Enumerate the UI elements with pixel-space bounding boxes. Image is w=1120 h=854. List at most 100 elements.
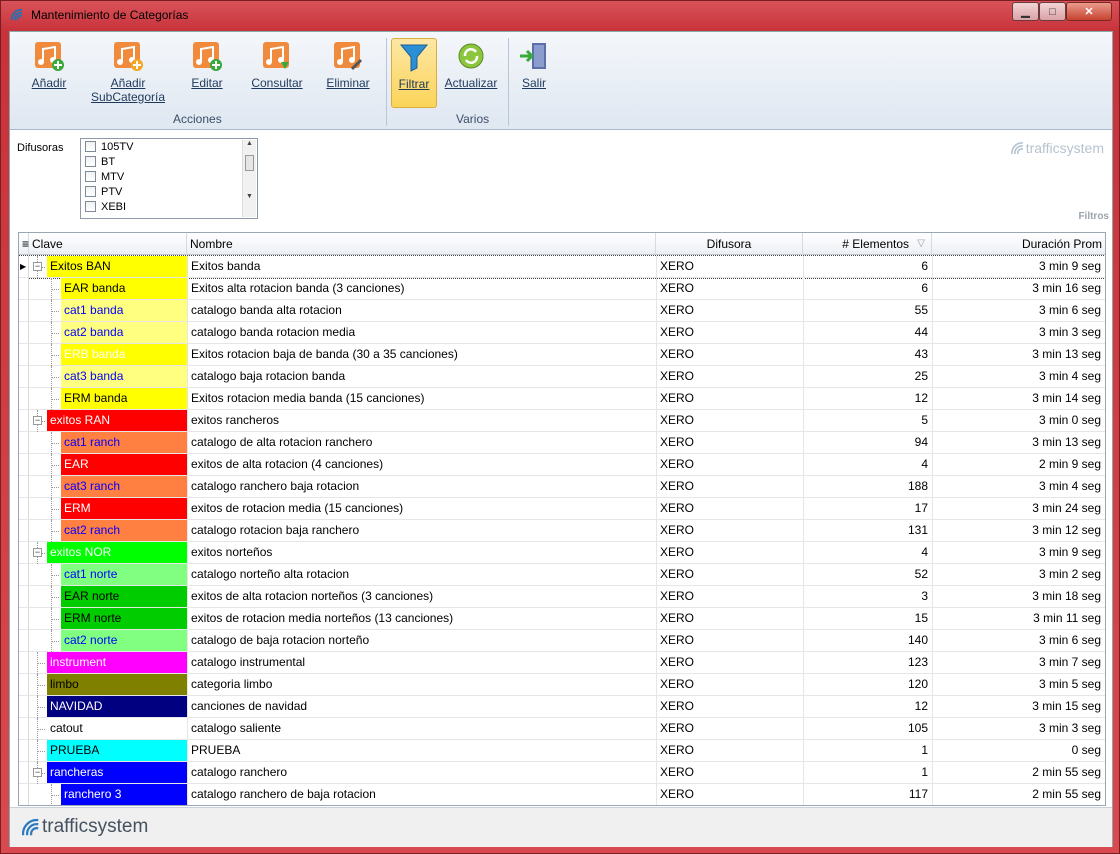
- cell-clave[interactable]: EAR: [61, 454, 187, 475]
- minimize-button[interactable]: ▁: [1012, 2, 1039, 21]
- cell-duracion[interactable]: 2 min 55 seg: [932, 784, 1105, 805]
- row-indicator[interactable]: [19, 542, 29, 563]
- checklist-scrollbar[interactable]: ▲ ▼: [242, 140, 256, 217]
- maximize-button[interactable]: □: [1039, 2, 1066, 21]
- cell-nombre[interactable]: catalogo de alta rotacion ranchero: [187, 432, 656, 453]
- cell-elementos[interactable]: 6: [803, 256, 932, 277]
- cell-difusora[interactable]: XERO: [656, 630, 803, 651]
- editar-button[interactable]: Editar: [184, 40, 230, 90]
- row-indicator[interactable]: [19, 674, 29, 695]
- cell-clave[interactable]: cat1 ranch: [61, 432, 187, 453]
- eliminar-button[interactable]: Eliminar: [320, 40, 376, 90]
- cell-duracion[interactable]: 3 min 6 seg: [932, 300, 1105, 321]
- cell-elementos[interactable]: 12: [803, 696, 932, 717]
- cell-nombre[interactable]: catalogo banda alta rotacion: [187, 300, 656, 321]
- cell-elementos[interactable]: 6: [803, 278, 932, 299]
- cell-clave[interactable]: instrument: [47, 652, 187, 673]
- checkbox[interactable]: [85, 141, 96, 152]
- cell-nombre[interactable]: exitos de alta rotacion (4 canciones): [187, 454, 656, 475]
- cell-duracion[interactable]: 3 min 15 seg: [932, 696, 1105, 717]
- cell-clave[interactable]: NAVIDAD: [47, 696, 187, 717]
- cell-duracion[interactable]: 3 min 2 seg: [932, 564, 1105, 585]
- table-row[interactable]: cat2 norte catalogo de baja rotacion nort…: [19, 630, 1105, 652]
- cell-duracion[interactable]: 3 min 5 seg: [932, 674, 1105, 695]
- collapse-icon[interactable]: −: [33, 548, 42, 557]
- cell-difusora[interactable]: XERO: [656, 388, 803, 409]
- cell-nombre[interactable]: catalogo ranchero de baja rotacion: [187, 784, 656, 805]
- cell-difusora[interactable]: XERO: [656, 300, 803, 321]
- cell-nombre[interactable]: catalogo ranchero: [187, 762, 656, 783]
- anadir-subcategoria-button[interactable]: Añadir SubCategoría: [88, 40, 168, 104]
- cell-nombre[interactable]: Exitos alta rotacion banda (3 canciones): [187, 278, 656, 299]
- table-row[interactable]: EAR norte exitos de alta rotacion norteño…: [19, 586, 1105, 608]
- checkbox[interactable]: [85, 171, 96, 182]
- row-indicator[interactable]: [19, 344, 29, 365]
- row-indicator[interactable]: [19, 718, 29, 739]
- cell-difusora[interactable]: XERO: [656, 520, 803, 541]
- table-row[interactable]: − exitos NOR exitos norteños XERO 4 3 min 9 s…: [19, 542, 1105, 564]
- table-row[interactable]: limbo categoria limbo XERO 120 3 min 5 seg: [19, 674, 1105, 696]
- row-indicator[interactable]: [19, 366, 29, 387]
- row-indicator[interactable]: [19, 564, 29, 585]
- cell-nombre[interactable]: Exitos banda: [187, 256, 656, 277]
- cell-difusora[interactable]: XERO: [656, 256, 803, 277]
- cell-difusora[interactable]: XERO: [656, 564, 803, 585]
- cell-duracion[interactable]: 3 min 16 seg: [932, 278, 1105, 299]
- cell-clave[interactable]: cat2 banda: [61, 322, 187, 343]
- cell-duracion[interactable]: 3 min 4 seg: [932, 476, 1105, 497]
- cell-difusora[interactable]: XERO: [656, 740, 803, 761]
- table-row[interactable]: ERB banda Exitos rotacion baja de banda (…: [19, 344, 1105, 366]
- cell-duracion[interactable]: 3 min 3 seg: [932, 322, 1105, 343]
- table-row[interactable]: − rancheras catalogo ranchero XERO 1 2 min 55…: [19, 762, 1105, 784]
- table-row[interactable]: cat1 ranch catalogo de alta rotacion ranc…: [19, 432, 1105, 454]
- table-row[interactable]: ERM exitos de rotacion media (15 cancione…: [19, 498, 1105, 520]
- cell-duracion[interactable]: 3 min 7 seg: [932, 652, 1105, 673]
- collapse-icon[interactable]: −: [33, 416, 42, 425]
- table-row[interactable]: EAR banda Exitos alta rotacion banda (3 c…: [19, 278, 1105, 300]
- cell-duracion[interactable]: 0 seg: [932, 740, 1105, 761]
- categories-grid[interactable]: ≡ Clave Nombre Difusora # Elementos ▽ Du…: [18, 232, 1106, 806]
- table-row[interactable]: cat3 ranch catalogo ranchero baja rotacio…: [19, 476, 1105, 498]
- close-button[interactable]: ✕: [1066, 2, 1112, 21]
- cell-clave[interactable]: catout: [47, 718, 187, 739]
- cell-duracion[interactable]: 3 min 11 seg: [932, 608, 1105, 629]
- row-indicator[interactable]: [19, 278, 29, 299]
- difusora-item[interactable]: 105TV: [81, 139, 257, 154]
- cell-clave[interactable]: cat1 norte: [61, 564, 187, 585]
- difusora-item[interactable]: XEBI: [81, 199, 257, 214]
- cell-difusora[interactable]: XERO: [656, 718, 803, 739]
- table-row[interactable]: NAVIDAD canciones de navidad XERO 12 3 min 1…: [19, 696, 1105, 718]
- cell-nombre[interactable]: PRUEBA: [187, 740, 656, 761]
- row-indicator[interactable]: [19, 586, 29, 607]
- cell-duracion[interactable]: 3 min 6 seg: [932, 630, 1105, 651]
- cell-duracion[interactable]: 2 min 9 seg: [932, 454, 1105, 475]
- consultar-button[interactable]: Consultar: [246, 40, 308, 90]
- cell-nombre[interactable]: catalogo norteño alta rotacion: [187, 564, 656, 585]
- row-indicator[interactable]: [19, 608, 29, 629]
- collapse-icon[interactable]: −: [33, 262, 42, 271]
- difusoras-checklist[interactable]: 105TV BT MTV PTV XEBI ▲ ▼: [80, 138, 258, 219]
- cell-clave[interactable]: ranchero 3: [61, 784, 187, 805]
- table-row[interactable]: cat3 banda catalogo baja rotacion banda XE…: [19, 366, 1105, 388]
- checkbox[interactable]: [85, 201, 96, 212]
- cell-duracion[interactable]: 3 min 13 seg: [932, 432, 1105, 453]
- cell-elementos[interactable]: 3: [803, 586, 932, 607]
- cell-nombre[interactable]: Exitos rotacion media banda (15 cancione…: [187, 388, 656, 409]
- row-indicator[interactable]: [19, 740, 29, 761]
- row-indicator[interactable]: [19, 762, 29, 783]
- row-indicator[interactable]: ▶: [19, 256, 29, 277]
- table-row[interactable]: cat2 banda catalogo banda rotacion media X…: [19, 322, 1105, 344]
- cell-difusora[interactable]: XERO: [656, 608, 803, 629]
- cell-difusora[interactable]: XERO: [656, 696, 803, 717]
- cell-elementos[interactable]: 140: [803, 630, 932, 651]
- row-indicator[interactable]: [19, 630, 29, 651]
- cell-difusora[interactable]: XERO: [656, 674, 803, 695]
- column-chooser-icon[interactable]: ≡: [19, 233, 29, 255]
- cell-elementos[interactable]: 1: [803, 762, 932, 783]
- table-row[interactable]: cat1 banda catalogo banda alta rotacion XE…: [19, 300, 1105, 322]
- cell-duracion[interactable]: 3 min 12 seg: [932, 520, 1105, 541]
- cell-difusora[interactable]: XERO: [656, 476, 803, 497]
- cell-difusora[interactable]: XERO: [656, 366, 803, 387]
- cell-clave[interactable]: cat2 ranch: [61, 520, 187, 541]
- cell-difusora[interactable]: XERO: [656, 344, 803, 365]
